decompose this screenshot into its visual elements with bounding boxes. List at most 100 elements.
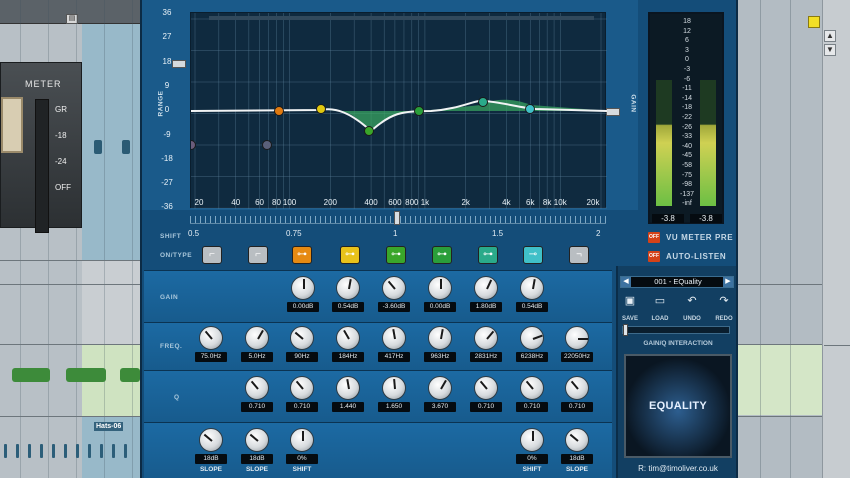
freq-band-3-value: 90Hz [286,352,318,362]
auto-listen-toggle[interactable]: OFF AUTO-LISTEN [648,251,726,262]
auto-listen-off-badge[interactable]: OFF [648,251,660,262]
meter-mode-switch[interactable] [35,99,49,233]
output-gain-handle[interactable] [606,108,620,116]
meter-option-18[interactable]: -18 [55,131,67,140]
load-button[interactable]: ▭ LOAD [648,294,672,325]
band-9-type-button[interactable]: ¬ [569,246,589,264]
shift-tick-4: 2 [596,229,601,238]
q-band-7-knob[interactable] [520,376,544,400]
slope-right-1-label: SHIFT [522,466,542,473]
vu-scale-tick: -inf [682,200,692,208]
save-icon: ▣ [624,295,636,307]
freq-band-8-knob[interactable] [520,326,544,350]
eq-band-node[interactable] [364,126,374,136]
undo-label: UNDO [683,316,701,322]
freq-band-9-knob[interactable] [565,326,589,350]
q-band-4-knob[interactable] [382,376,406,400]
q-band-1-value: 0.710 [241,402,273,412]
q-band-3-knob[interactable] [336,376,360,400]
eq-band-node[interactable] [262,140,272,150]
gain-band-6-knob[interactable] [520,276,544,300]
band-7-type-button[interactable]: ⊶ [478,246,498,264]
preset-selector[interactable]: ◀ 001 - EQuality ▶ [620,276,734,288]
scroll-up-button[interactable]: ▲ [824,30,836,42]
band-8-type-button[interactable]: ⊸ [523,246,543,264]
midi-note[interactable] [122,140,130,154]
preset-prev-button[interactable]: ◀ [621,277,631,287]
q-band-1-knob[interactable] [245,376,269,400]
freq-band-2-value: 5.0Hz [241,352,273,362]
redo-button[interactable]: ↷ REDO [712,294,736,325]
freq-band-2-knob[interactable] [245,326,269,350]
gain-q-interaction-slider[interactable] [622,324,730,336]
marker-flag[interactable] [808,16,820,28]
preset-next-button[interactable]: ▶ [723,277,733,287]
slope-left-1-label: SLOPE [199,466,223,473]
q-band-2-knob[interactable] [290,376,314,400]
gain-band-4-knob[interactable] [428,276,452,300]
clip-note[interactable] [12,368,50,382]
q-section [144,370,612,422]
gain-q-slider-handle[interactable] [623,324,628,336]
band-5-type-button[interactable]: ⊶ [386,246,406,264]
scroll-down-button[interactable]: ▼ [824,44,836,56]
slope-right-2-knob[interactable] [565,428,589,452]
q-band-5-knob[interactable] [428,376,452,400]
midi-note[interactable] [94,140,102,154]
slope-left-2-value: 18dB [241,454,273,464]
slope-left-2-label: SLOPE [245,466,269,473]
slope-left-2-knob[interactable] [245,428,269,452]
freq-row-label: FREQ. [160,343,183,350]
slope-left-1-knob[interactable] [199,428,223,452]
meter-option-24[interactable]: -24 [55,157,67,166]
eq-graph[interactable]: 20 40 60 80 100 200 400 600 800 1k 2k 4k 6k 8k 10k 20k [190,12,607,209]
eq-band-node[interactable] [191,140,196,150]
gain-band-2-knob[interactable] [336,276,360,300]
freq-band-4-knob[interactable] [336,326,360,350]
freq-band-1-knob[interactable] [199,326,223,350]
eq-band-node[interactable] [525,104,535,114]
band-2-type-button[interactable]: ⌐ [248,246,268,264]
q-band-8-knob[interactable] [565,376,589,400]
freq-band-6-knob[interactable] [428,326,452,350]
gain-band-1-knob[interactable] [291,276,315,300]
high-cut-icon: ¬ [576,249,582,260]
eq-band-node[interactable] [414,106,424,116]
freq-band-5-knob[interactable] [382,326,406,350]
range-slider-handle[interactable] [172,60,186,68]
freq-band-3-knob[interactable] [290,326,314,350]
vertical-scrollbar[interactable] [822,0,850,478]
vu-pre-off-badge[interactable]: OFF [648,232,660,243]
band-1-type-button[interactable]: ⌐ [202,246,222,264]
gain-band-5-knob[interactable] [474,276,498,300]
vu-pre-toggle[interactable]: OFF VU METER PRE [648,232,733,243]
freq-band-6-value: 963Hz [424,352,456,362]
freq-axis-label: 1k [421,198,430,207]
redo-icon: ↷ [719,295,729,307]
meter-option-gr[interactable]: GR [55,105,67,114]
analog-meter-face [1,97,23,153]
clip-note[interactable] [120,368,140,382]
save-button[interactable]: ▣ SAVE [618,294,642,325]
band-4-type-button[interactable]: ⊶ [340,246,360,264]
freq-band-7-knob[interactable] [474,326,498,350]
shift-slider-handle[interactable] [394,211,400,225]
eq-band-node[interactable] [274,106,284,116]
gain-q-label: GAIN/Q INTERACTION [643,340,713,347]
eq-curve-display[interactable]: 20 40 60 80 100 200 400 600 800 1k 2k 4k 6k 8k 10k 20k [191,13,607,209]
db-left-tick: -36 [161,202,173,212]
vu-scale-tick: -6 [683,75,691,83]
eq-band-node[interactable] [316,104,326,114]
slope-left-3-knob[interactable] [290,428,314,452]
gain-band-3-knob[interactable] [382,276,406,300]
meter-option-off[interactable]: OFF [55,183,71,192]
undo-button[interactable]: ↶ UNDO [680,294,704,325]
q-band-6-knob[interactable] [474,376,498,400]
band-6-type-button[interactable]: ⊶ [432,246,452,264]
equality-plugin: RANGE GAIN 36271890-9-18-27-36 18dB12dB6… [140,0,738,478]
band-3-type-button[interactable]: ⊶ [292,246,312,264]
vu-scale-tick: -3 [683,66,691,73]
clip-note[interactable] [66,368,106,382]
eq-band-node[interactable] [478,97,488,107]
slope-right-1-knob[interactable] [520,428,544,452]
